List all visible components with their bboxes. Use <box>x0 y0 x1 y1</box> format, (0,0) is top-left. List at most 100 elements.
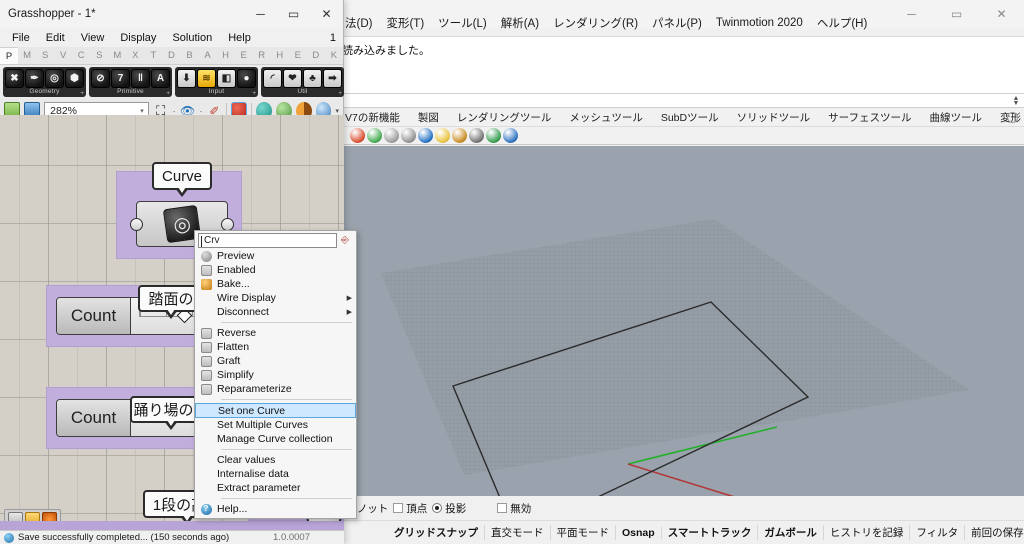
gh-tab-1[interactable]: M <box>18 47 36 64</box>
gh-menu-help[interactable]: Help <box>220 31 259 45</box>
util-tree-icon[interactable]: ♣ <box>303 68 322 88</box>
gh-tab-7[interactable]: X <box>126 47 144 64</box>
blue-help-icon[interactable] <box>503 128 518 143</box>
geometry-surface-icon[interactable]: ◎ <box>45 68 64 88</box>
gh-tab-8[interactable]: T <box>144 47 162 64</box>
gh-tab-16[interactable]: E <box>289 47 307 64</box>
util-cherries-icon[interactable]: ❤ <box>283 68 302 88</box>
gh-tab-14[interactable]: R <box>253 47 271 64</box>
gh-tab-10[interactable]: B <box>180 47 198 64</box>
context-menu-item-graft[interactable]: Graft <box>195 354 356 368</box>
toolbar-options-gear-icon[interactable] <box>1007 112 1018 123</box>
context-menu-item-set-multiple-curves[interactable]: Set Multiple Curves <box>195 418 356 432</box>
checkbox-icon[interactable] <box>393 503 404 513</box>
rhino-viewport[interactable] <box>336 146 1024 496</box>
light-icon[interactable] <box>435 128 450 143</box>
rhino-toolbar-tab-6[interactable]: メッシュツール <box>560 110 652 125</box>
rhino-menu-2[interactable]: ツール(L) <box>431 13 494 33</box>
util-glasses-icon[interactable]: ◜ <box>263 68 282 88</box>
gh-menu-solution[interactable]: Solution <box>164 31 220 45</box>
checkbox-icon[interactable] <box>497 503 508 513</box>
rhino-status2-item-4[interactable]: スマートトラック <box>662 525 759 540</box>
context-menu-item-preview[interactable]: Preview <box>195 249 356 263</box>
grey-sphere-icon[interactable] <box>384 128 399 143</box>
gh-tab-5[interactable]: S <box>90 47 108 64</box>
gh-tab-15[interactable]: H <box>271 47 289 64</box>
input-panel-icon[interactable]: ◧ <box>217 68 236 88</box>
rhino-menu-6[interactable]: Twinmotion 2020 <box>709 15 810 31</box>
rhino-status2-item-1[interactable]: 直交モード <box>485 525 551 540</box>
ribbon-group-expand-icon[interactable]: + <box>338 90 342 97</box>
gh-close-button[interactable]: ✕ <box>310 0 343 28</box>
gh-tab-12[interactable]: H <box>217 47 235 64</box>
nickname-input[interactable]: Crv <box>198 233 337 248</box>
curve-output-port[interactable] <box>221 217 234 231</box>
context-menu-item-set-one-curve[interactable]: Set one Curve <box>195 403 356 418</box>
gh-tab-17[interactable]: D <box>307 47 325 64</box>
gh-menu-edit[interactable]: Edit <box>38 31 73 45</box>
util-arrow-icon[interactable]: ➡ <box>323 68 342 88</box>
rhino-status-item-3[interactable]: 無効 <box>497 501 531 516</box>
primitive-number-icon[interactable]: 7 <box>111 68 130 88</box>
context-menu-item-flatten[interactable]: Flatten <box>195 340 356 354</box>
rhino-toolbar-tab-5[interactable]: SubDツール <box>652 110 728 125</box>
ribbon-group-expand-icon[interactable]: + <box>80 90 84 97</box>
rhino-toolbar-tab-3[interactable]: サーフェスツール <box>819 110 920 125</box>
rhino-status2-item-0[interactable]: グリッドスナップ <box>388 525 485 540</box>
gh-tab-3[interactable]: V <box>54 47 72 64</box>
rhino-status2-item-8[interactable]: 前回の保存からの経過時間（分）：7 <box>965 525 1024 540</box>
context-menu-item-wire-display[interactable]: Wire Display ▶ <box>195 291 356 305</box>
geometry-point-icon[interactable]: ✖ <box>5 68 24 88</box>
wire-icon[interactable]: ⎆ <box>337 235 353 246</box>
rhino-status2-item-7[interactable]: フィルタ <box>910 525 966 540</box>
input-button-icon[interactable]: ⬇ <box>177 68 196 88</box>
blue-sphere-icon[interactable] <box>418 128 433 143</box>
rhino-status2-item-3[interactable]: Osnap <box>616 526 662 539</box>
gh-tab-6[interactable]: M <box>108 47 126 64</box>
bubble-curve[interactable]: Curve <box>152 162 212 197</box>
context-menu-item-disconnect[interactable]: Disconnect ▶ <box>195 305 356 319</box>
context-menu-item-help[interactable]: ? Help... <box>195 502 356 516</box>
primitive-interval-icon[interactable]: ‖ <box>131 68 150 88</box>
rhino-command-input[interactable]: ▲ ▼ <box>336 94 1024 108</box>
rhino-status-item-1[interactable]: 頂点 <box>393 501 427 516</box>
axis-icon[interactable] <box>469 128 484 143</box>
primitive-circle-icon[interactable]: ⊘ <box>91 68 110 88</box>
ribbon-group-expand-icon[interactable]: + <box>252 90 256 97</box>
context-menu-item-manage-curve-collection[interactable]: Manage Curve collection <box>195 432 356 446</box>
radio-icon[interactable] <box>432 503 443 513</box>
grey-sphere-2-icon[interactable] <box>401 128 416 143</box>
rhino-menu-5[interactable]: パネル(P) <box>645 13 709 33</box>
gh-menu-display[interactable]: Display <box>112 31 164 45</box>
rhino-status2-item-2[interactable]: 平面モード <box>551 525 616 540</box>
gh-tab-4[interactable]: C <box>72 47 90 64</box>
gh-minimize-button[interactable]: ─ <box>244 0 277 28</box>
context-menu-item-simplify[interactable]: Simplify <box>195 368 356 382</box>
context-menu-item-enabled[interactable]: Enabled <box>195 263 356 277</box>
gh-menu-view[interactable]: View <box>73 31 113 45</box>
gh-tab-11[interactable]: A <box>199 47 217 64</box>
color-wheel-icon[interactable] <box>367 128 382 143</box>
input-knob-icon[interactable]: ● <box>237 68 256 88</box>
gear-icon[interactable] <box>452 128 467 143</box>
render-color-icon[interactable] <box>350 128 365 143</box>
gh-tab-13[interactable]: E <box>235 47 253 64</box>
gh-tab-0[interactable]: P <box>0 47 19 64</box>
context-menu-item-clear-values[interactable]: Clear values <box>195 453 356 467</box>
geometry-brep-icon[interactable]: ⬢ <box>65 68 84 88</box>
rhino-toolbar-tab-2[interactable]: 曲線ツール <box>920 110 991 125</box>
rhino-menu-3[interactable]: 解析(A) <box>494 13 546 33</box>
context-menu-item-bake[interactable]: Bake... <box>195 277 356 291</box>
geometry-curve-icon[interactable]: ✒ <box>25 68 44 88</box>
gh-menu-file[interactable]: File <box>4 31 38 45</box>
curve-param-context-menu[interactable]: Crv ⎆ Preview Enabled Bake... Wire Display ▶… <box>194 230 357 519</box>
curve-input-port[interactable] <box>130 217 143 231</box>
command-spinner-icon[interactable]: ▲ ▼ <box>1012 95 1020 107</box>
green-sphere-icon[interactable] <box>486 128 501 143</box>
rhino-menu-4[interactable]: レンダリング(R) <box>546 13 645 33</box>
gh-tab-18[interactable]: K <box>325 47 343 64</box>
chevron-down-icon-2[interactable]: ▾ <box>335 107 339 115</box>
gh-maximize-button[interactable]: ▭ <box>277 0 310 28</box>
rhino-toolbar-tab-7[interactable]: レンダリングツール <box>448 110 561 125</box>
gh-tab-2[interactable]: S <box>36 47 54 64</box>
